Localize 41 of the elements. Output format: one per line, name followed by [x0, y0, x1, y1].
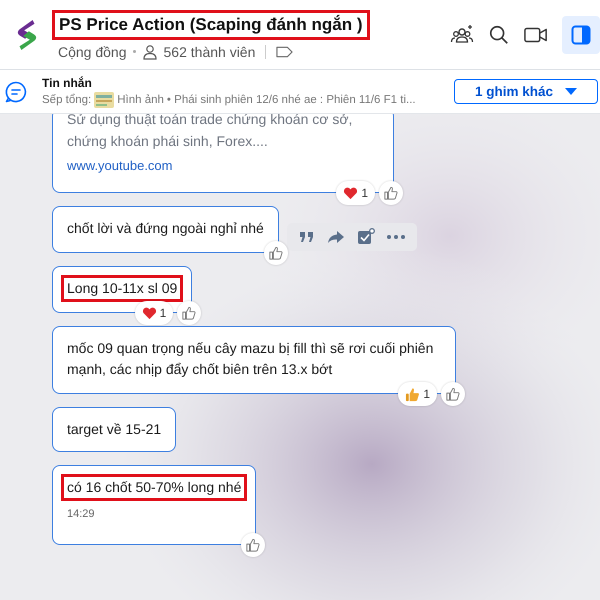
member-count: 562 thành viên [164, 44, 256, 60]
person-icon [142, 44, 158, 60]
pinned-preview: • Phái sinh phiên 12/6 nhé ae : Phiên 11/6 F1 ti... [166, 94, 416, 106]
reaction-count: 1 [160, 306, 166, 320]
pinned-label: Tin nhắn [42, 76, 93, 90]
image-thumbnail-icon [94, 92, 114, 108]
side-panel-icon [571, 24, 591, 44]
thumbs-up-icon [446, 387, 460, 402]
more-pins-button[interactable]: 1 ghim khác [454, 79, 598, 104]
message-time: 14:29 [67, 507, 96, 522]
more-icon[interactable] [386, 234, 405, 239]
message-text: có 16 chốt 50-70% long nhé [61, 474, 248, 502]
task-icon[interactable] [356, 228, 375, 246]
panel-toggle-button[interactable] [562, 16, 600, 54]
thumbs-up-icon [384, 186, 398, 200]
message-text: target về 15-21 [66, 420, 162, 440]
thumbs-up-icon [268, 246, 283, 260]
reaction-count: 1 [361, 186, 368, 200]
message-icon [4, 80, 28, 104]
link-url[interactable]: www.youtube.com [67, 156, 172, 176]
message-text: Long 10-11x sl 09 [61, 275, 184, 302]
caret-icon [565, 88, 577, 96]
reaction-pill[interactable]: 1 [398, 382, 437, 406]
pinned-sender: Sếp tổng: [42, 94, 92, 106]
tag-icon[interactable] [276, 46, 294, 58]
forward-icon[interactable] [326, 230, 345, 244]
pinned-attachment: Hình ảnh [117, 94, 164, 106]
thumbs-up-icon [405, 386, 420, 402]
group-title: PS Price Action (Scaping đánh ngắn ) [52, 10, 370, 40]
quote-icon[interactable] [298, 230, 315, 243]
group-type: Cộng đồng [58, 44, 127, 60]
heart-icon [343, 186, 358, 200]
reaction-pill[interactable]: 1 [134, 301, 174, 326]
reaction-pill[interactable]: 1 [336, 181, 375, 206]
message-text: chốt lời và đứng ngoài nghỉ nhé [66, 219, 265, 238]
search-icon[interactable] [488, 24, 510, 46]
message-text: mốc 09 quan trọng nếu cây mazu bị fill thì sẽ rơi cuối phiên mạnh, các nhịp đẩy chốt biên trên 13.x bớt [66, 339, 434, 380]
reaction-count: 1 [423, 387, 430, 402]
thumbs-up-icon [182, 306, 196, 320]
thumbs-up-icon [246, 538, 260, 552]
heart-icon [142, 306, 157, 320]
